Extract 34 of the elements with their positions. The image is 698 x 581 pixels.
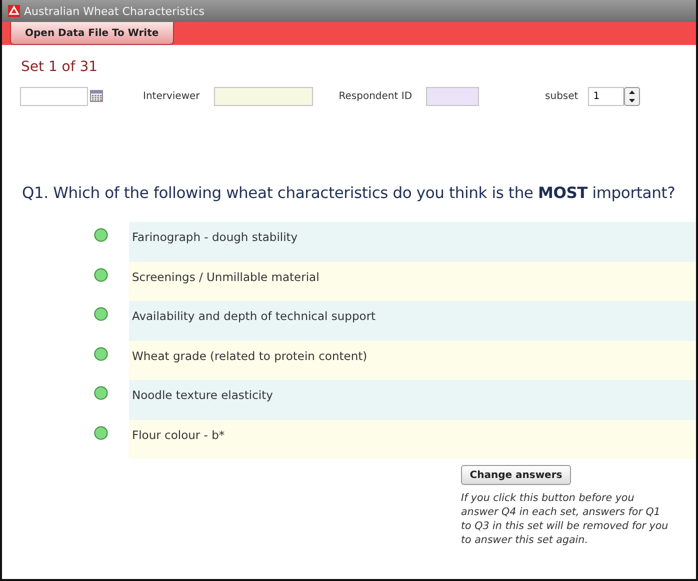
option-label: Screenings / Unmillable material — [132, 270, 320, 284]
instruction-note: If you click this button before you answer Q4 in each set, answers for Q1 to Q3 in this set will be removed for you to answer this set again. — [461, 491, 670, 547]
option-label: Farinograph - dough stability — [132, 230, 298, 244]
radio-button[interactable] — [94, 307, 108, 321]
option-row[interactable]: Farinograph - dough stability — [129, 222, 696, 262]
option-label: Availability and depth of technical support — [132, 309, 376, 323]
input-field[interactable] — [426, 86, 480, 106]
field-label: subset — [545, 90, 578, 102]
calendar-icon[interactable] — [90, 90, 103, 102]
option-row[interactable]: Availability and depth of technical support — [129, 301, 696, 340]
field-label: Respondent ID — [338, 90, 412, 102]
radio-button[interactable] — [94, 228, 108, 242]
radio-button[interactable] — [94, 346, 108, 360]
option-label: Wheat grade (related to protein content) — [132, 348, 368, 362]
app-logo-icon — [8, 5, 20, 17]
date-field[interactable] — [20, 86, 88, 106]
option-row[interactable]: Wheat grade (related to protein content) — [129, 340, 696, 380]
radio-button[interactable] — [94, 268, 108, 282]
window-title: Australian Wheat Characteristics — [24, 4, 205, 18]
radio-button[interactable] — [94, 426, 108, 440]
option-label: Noodle texture elasticity — [132, 388, 273, 402]
field-label: Interviewer — [143, 90, 200, 102]
input-field[interactable] — [214, 86, 313, 106]
option-row[interactable]: Flour colour - b* — [129, 420, 696, 459]
spin-field[interactable]: 1 — [588, 86, 624, 106]
open-file-button[interactable]: Open Data File To Write — [10, 22, 174, 45]
option-row[interactable]: Screenings / Unmillable material — [129, 262, 696, 301]
option-label: Flour colour - b* — [132, 428, 225, 442]
question-text: Q1. Which of the following wheat characteristics do you think is the MOST important? — [22, 184, 676, 202]
spinner-arrows-icon[interactable] — [624, 86, 640, 106]
option-row[interactable]: Noodle texture elasticity — [129, 380, 696, 420]
set-counter: Set 1 of 31 — [21, 59, 98, 75]
radio-button[interactable] — [94, 386, 108, 400]
change-answers-button[interactable]: Change answers — [461, 465, 571, 485]
